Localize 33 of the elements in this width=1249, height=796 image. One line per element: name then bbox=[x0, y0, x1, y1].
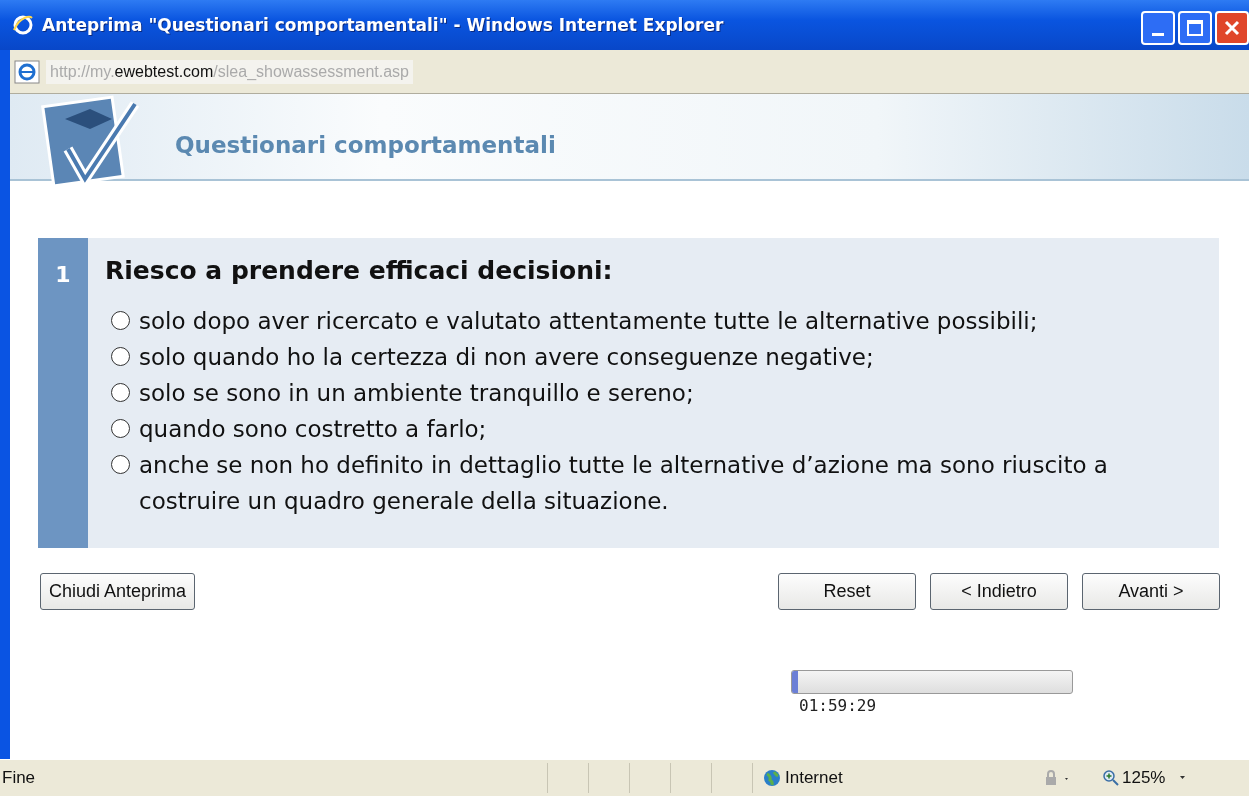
address-field[interactable]: http://my.ewebtest.com/slea_showassessment.asp bbox=[46, 59, 413, 84]
option-label: solo se sono in un ambiente tranquillo e sereno; bbox=[139, 379, 694, 408]
radio-button[interactable] bbox=[111, 419, 130, 438]
nav-button[interactable]: Reset bbox=[778, 573, 916, 610]
browser-logo-icon bbox=[12, 14, 34, 36]
option-label: solo dopo aver ricercato e valutato attentamente tutte le alternative possibili; bbox=[139, 307, 1038, 336]
question-text: Riesco a prendere efficaci decisioni: bbox=[105, 256, 614, 285]
page-icon bbox=[14, 59, 40, 84]
globe-icon bbox=[763, 769, 781, 787]
nav-button[interactable]: < Indietro bbox=[930, 573, 1068, 610]
nav-button[interactable]: Avanti > bbox=[1082, 573, 1220, 610]
radio-button[interactable] bbox=[111, 347, 130, 366]
zoom-level[interactable]: 125% bbox=[1122, 768, 1166, 788]
option-label: anche se non ho definito in dettaglio tutte le alternative d’azione ma sono riuscito a costruire un quadro generale della situazione. bbox=[139, 451, 1109, 516]
radio-button[interactable] bbox=[111, 455, 130, 474]
zone-label: Internet bbox=[785, 768, 843, 788]
minimize-icon bbox=[1152, 32, 1164, 36]
minimize-button[interactable] bbox=[1141, 11, 1175, 45]
option-label: solo quando ho la certezza di non avere conseguenze negative; bbox=[139, 343, 874, 372]
option-label: quando sono costretto a farlo; bbox=[139, 415, 487, 444]
status-text: Fine bbox=[1, 768, 37, 788]
close-button[interactable] bbox=[1215, 11, 1249, 45]
radio-button[interactable] bbox=[111, 383, 130, 402]
close-icon bbox=[1223, 19, 1241, 37]
banner-title: Questionari comportamentali bbox=[175, 131, 556, 158]
timer-reading: 01:59:29 bbox=[799, 696, 878, 715]
maximize-button[interactable] bbox=[1178, 11, 1212, 45]
maximize-icon bbox=[1186, 19, 1204, 37]
zoom-icon[interactable] bbox=[1103, 770, 1119, 786]
window-title: Anteprima "Questionari comportamentali" - Windows Internet Explorer bbox=[42, 15, 724, 35]
close-preview-button[interactable]: Chiudi Anteprima bbox=[40, 573, 196, 610]
radio-button[interactable] bbox=[111, 311, 130, 330]
question-number: 1 bbox=[38, 238, 88, 548]
